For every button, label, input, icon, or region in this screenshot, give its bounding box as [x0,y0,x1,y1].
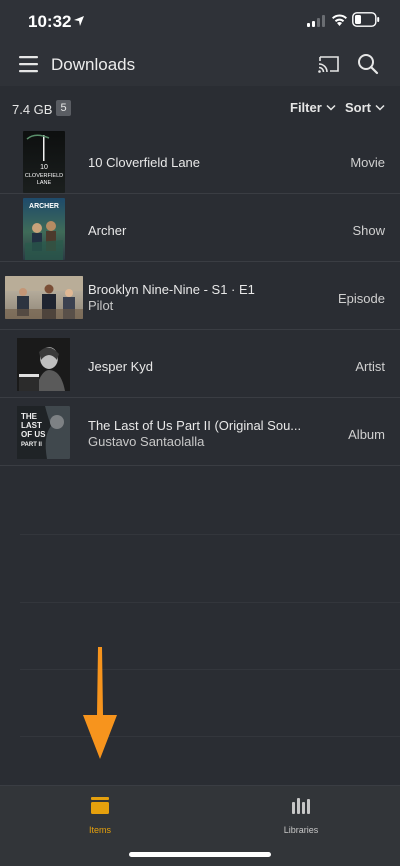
item-type: Movie [350,155,385,170]
poster-thumbnail: ARCHER [23,198,65,260]
tab-items[interactable]: Items [65,796,135,846]
status-bar: 10:32 [0,0,400,44]
sort-button[interactable]: Sort [345,100,385,115]
chevron-down-icon [326,104,336,111]
empty-row-divider [20,534,400,535]
annotation-arrow-icon [83,647,117,759]
item-type: Artist [355,359,385,374]
list-item[interactable]: ARCHER Archer Show [0,194,400,262]
poster-thumbnail: 10 CLOVERFIELD LANE [23,131,65,193]
empty-row-divider [20,602,400,603]
cellular-signal-icon [307,15,325,27]
item-type: Album [348,427,385,442]
tab-label: Libraries [283,825,319,835]
wifi-icon [332,14,347,26]
poster-thumbnail [17,338,70,391]
poster-art: THE LAST OF US PART II [17,406,70,459]
poster-thumbnail: THE LAST OF US PART II [17,406,70,459]
tab-label: Items [88,825,111,835]
location-arrow-icon [74,16,84,26]
list-item[interactable]: Brooklyn Nine-Nine - S1 · E1 Pilot Episo… [0,262,400,330]
poster-art [17,338,70,391]
summary-bar: 7.4 GB 5 Filter Sort [0,86,400,126]
library-bars-icon [292,798,310,814]
stack-icon [91,797,109,814]
poster-art [5,276,83,319]
item-title: Archer [88,223,127,238]
item-count-badge: 5 [56,100,71,116]
poster-text: THE [21,412,38,421]
item-title: Jesper Kyd [88,359,154,374]
status-time: 10:32 [28,12,72,31]
poster-text: LANE [37,180,52,186]
hamburger-menu-icon[interactable] [18,53,40,75]
downloads-list: 10 CLOVERFIELD LANE 10 Cloverfield Lane … [0,126,400,785]
search-icon[interactable] [356,52,380,76]
list-item[interactable]: THE LAST OF US PART II The Last of Us Pa… [0,398,400,466]
page-title: Downloads [51,55,136,74]
home-indicator [129,852,271,857]
poster-text: OF US [21,430,46,439]
item-type: Show [352,223,385,238]
tab-libraries[interactable]: Libraries [266,796,336,846]
cast-icon[interactable] [316,53,342,75]
poster-text: PART II [21,442,42,448]
poster-art: ARCHER [25,203,63,260]
filter-button[interactable]: Filter [290,100,336,115]
storage-size: 7.4 GB [12,102,53,117]
poster-text: CLOVERFIELD [25,173,63,179]
poster-thumbnail [5,276,83,319]
list-item[interactable]: 10 CLOVERFIELD LANE 10 Cloverfield Lane … [0,126,400,194]
filter-label: Filter [290,100,322,115]
item-title: 10 Cloverfield Lane [88,155,201,170]
item-type: Episode [338,291,385,306]
list-item[interactable]: Jesper Kyd Artist [0,330,400,398]
poster-text: 10 [40,164,48,171]
item-subtitle: Pilot [88,298,114,313]
app-header: Downloads [0,44,400,86]
poster-text: ARCHER [29,203,59,210]
poster-text: LAST [21,421,42,430]
chevron-down-icon [375,104,385,111]
item-title: The Last of Us Part II (Original Sou... [88,418,302,433]
sort-label: Sort [345,100,371,115]
empty-row-divider [20,736,400,737]
item-title: Brooklyn Nine-Nine - S1 · E1 [88,282,255,297]
item-subtitle: Gustavo Santaolalla [88,434,205,449]
poster-art: 10 CLOVERFIELD LANE [25,134,63,186]
battery-low-icon [352,12,380,27]
empty-row-divider [20,669,400,670]
